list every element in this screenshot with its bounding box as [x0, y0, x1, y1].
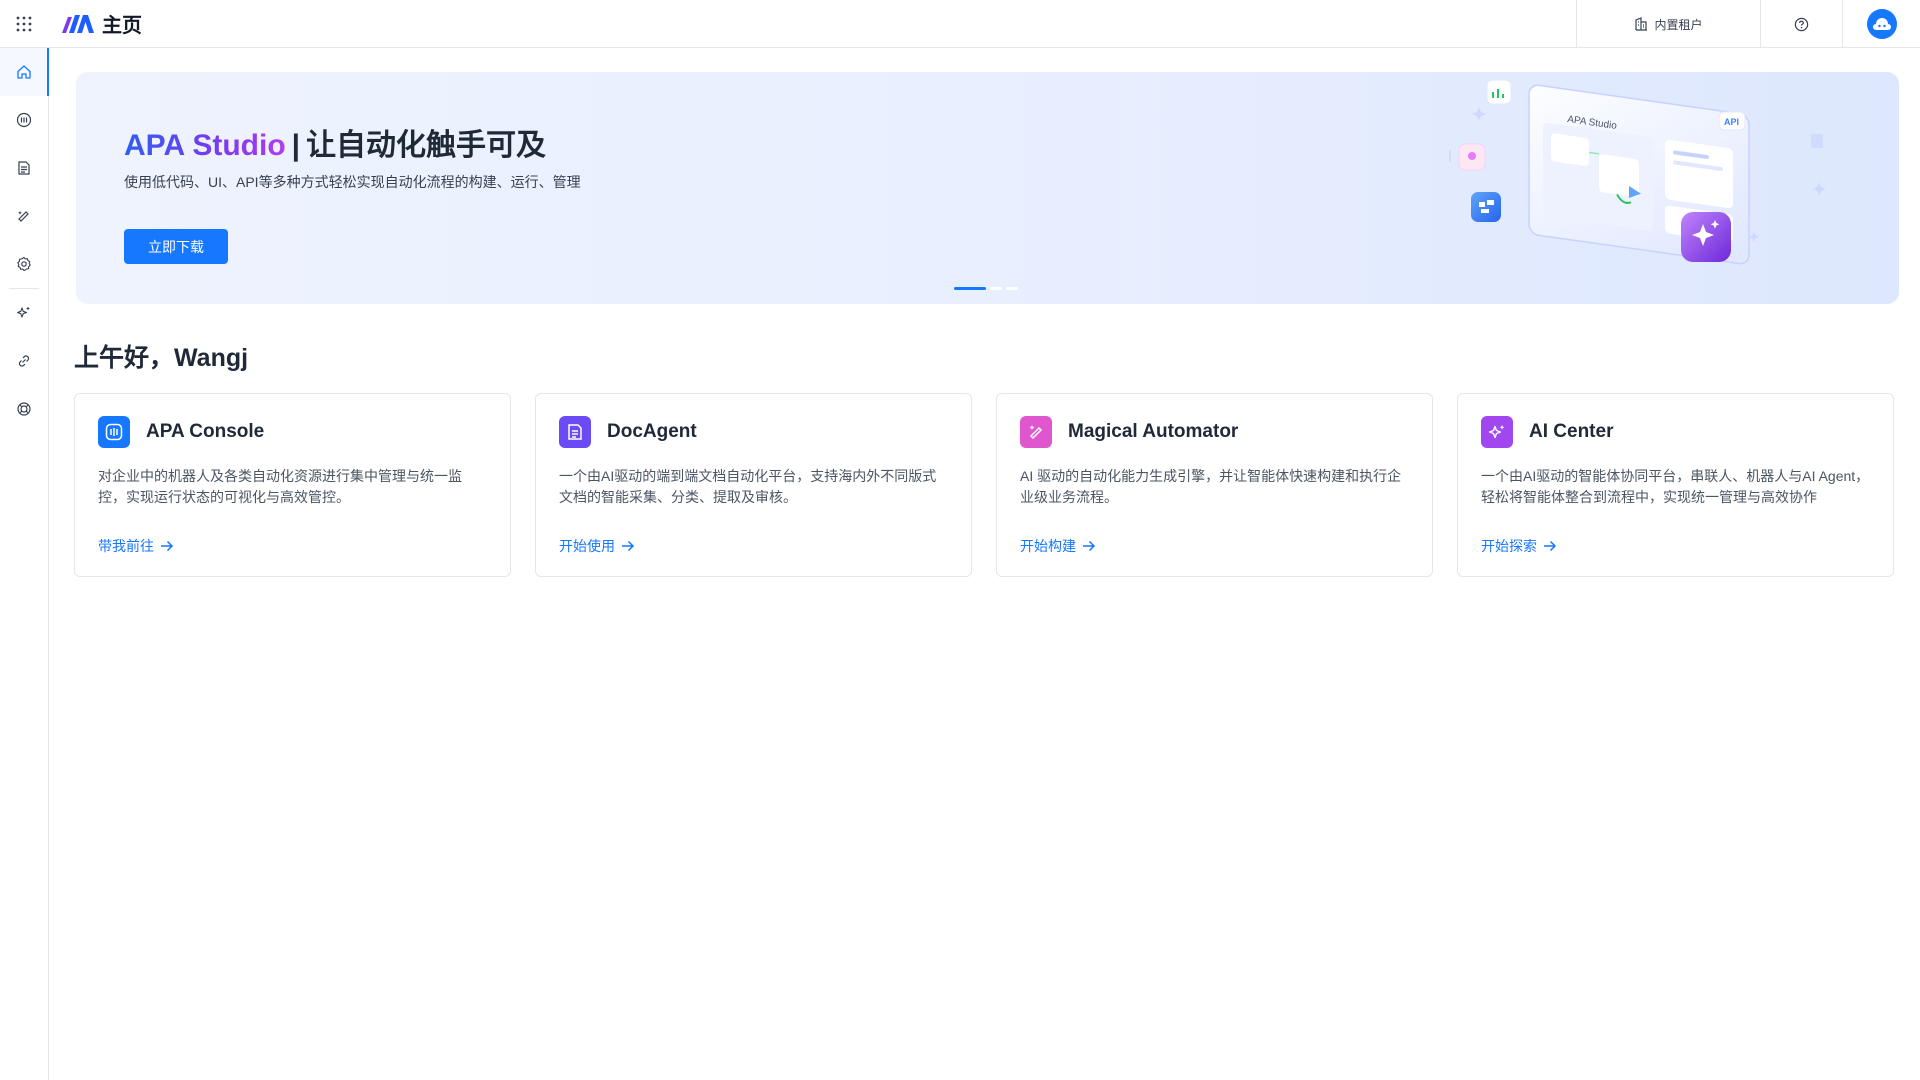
- help-button[interactable]: [1760, 0, 1842, 48]
- card-link[interactable]: 开始构建: [1020, 536, 1096, 556]
- app-logo[interactable]: 主页: [60, 9, 142, 38]
- robot-avatar-icon: [1872, 18, 1891, 30]
- card-link-label: 开始构建: [1020, 538, 1076, 554]
- page-title: 主页: [102, 15, 142, 37]
- arrow-right-icon: [1083, 540, 1096, 552]
- card-ai-center: AI Center 一个由AI驱动的智能体协同平台，串联人、机器人与AI Age…: [1457, 393, 1894, 577]
- download-button[interactable]: 立即下载: [124, 229, 228, 264]
- card-title: AI Center: [1529, 421, 1614, 442]
- card-link-label: 开始探索: [1481, 538, 1537, 554]
- banner-title-tagline: 让自动化触手可及: [306, 129, 547, 162]
- banner-subtitle: 使用低代码、UI、API等多种方式轻松实现自动化流程的构建、运行、管理: [124, 174, 581, 190]
- support-icon: [17, 402, 31, 416]
- card-link[interactable]: 带我前往: [98, 536, 174, 556]
- grid-dots-icon: [16, 16, 32, 31]
- arrow-right-icon: [161, 540, 174, 552]
- sparkle-icon: [1481, 416, 1513, 448]
- card-title: APA Console: [146, 421, 265, 442]
- banner-illustration: APA Studio API: [1449, 79, 1826, 265]
- help-circle-icon: [1794, 17, 1809, 31]
- card-magical-automator: Magical Automator AI 驱动的自动化能力生成引擎，并让智能体快…: [996, 393, 1433, 577]
- banner-title: APA Studio | 让自动化触手可及: [124, 120, 546, 164]
- nav-docagent[interactable]: [0, 144, 48, 192]
- app-launcher-button[interactable]: [0, 0, 48, 48]
- card-apa-console: APA Console 对企业中的机器人及各类自动化资源进行集中管理与统一监控，…: [74, 393, 511, 577]
- home-icon: [17, 65, 31, 79]
- carousel-dot-2[interactable]: [990, 287, 1002, 290]
- tenant-switcher[interactable]: 内置租户: [1576, 0, 1760, 48]
- wand-icon: [1020, 416, 1052, 448]
- nav-integrations[interactable]: [0, 337, 48, 385]
- top-bar: 主页 内置租户: [0, 0, 1920, 48]
- link-icon: [18, 355, 30, 367]
- promo-banner: APA Studio | 让自动化触手可及 使用低代码、UI、API等多种方式轻松实…: [76, 72, 1899, 304]
- nav-automator[interactable]: [0, 192, 48, 240]
- card-description: AI 驱动的自动化能力生成引擎，并让智能体快速构建和执行企业级业务流程。: [1020, 468, 1402, 505]
- brand-logo-icon: [62, 14, 94, 33]
- console-icon: [98, 416, 130, 448]
- document-icon: [18, 161, 30, 175]
- console-icon: [16, 112, 32, 128]
- carousel-dot-3[interactable]: [1006, 287, 1018, 290]
- arrow-right-icon: [1544, 540, 1557, 552]
- card-description: 对企业中的机器人及各类自动化资源进行集中管理与统一监控，实现运行状态的可视化与高…: [98, 468, 462, 505]
- nav-support[interactable]: [0, 385, 48, 433]
- document-icon: [559, 416, 591, 448]
- wand-icon: [18, 211, 29, 222]
- carousel-indicators: [954, 287, 1018, 290]
- sparkle-icon: [16, 306, 30, 318]
- banner-title-separator: |: [291, 129, 301, 162]
- left-nav-rail: [0, 48, 49, 1080]
- avatar[interactable]: [1866, 9, 1897, 39]
- card-description: 一个由AI驱动的端到端文档自动化平台，支持海内外不同版式文档的智能采集、分类、提…: [559, 468, 937, 505]
- card-link[interactable]: 开始探索: [1481, 536, 1557, 556]
- tenant-label: 内置租户: [1654, 17, 1703, 32]
- building-icon: [1635, 17, 1648, 31]
- carousel-dot-1[interactable]: [954, 287, 986, 290]
- illus-api-badge: API: [1724, 117, 1739, 127]
- greeting: 上午好，Wangj: [74, 344, 249, 372]
- nav-home[interactable]: [0, 48, 49, 96]
- card-title: Magical Automator: [1068, 421, 1239, 442]
- card-link-label: 开始使用: [559, 538, 615, 554]
- arrow-right-icon: [622, 540, 635, 552]
- card-description: 一个由AI驱动的智能体协同平台，串联人、机器人与AI Agent，轻松将智能体整…: [1481, 468, 1870, 505]
- card-title: DocAgent: [607, 421, 697, 442]
- card-docagent: DocAgent 一个由AI驱动的端到端文档自动化平台，支持海内外不同版式文档的…: [535, 393, 972, 577]
- nav-console[interactable]: [0, 96, 48, 144]
- settings-icon: [17, 256, 31, 272]
- card-link[interactable]: 开始使用: [559, 536, 635, 556]
- product-cards: APA Console 对企业中的机器人及各类自动化资源进行集中管理与统一监控，…: [74, 393, 1894, 577]
- nav-ai-center[interactable]: [0, 289, 48, 337]
- card-link-label: 带我前往: [98, 538, 154, 554]
- user-menu[interactable]: [1842, 0, 1920, 48]
- banner-title-brand: APA Studio: [124, 129, 286, 162]
- nav-settings[interactable]: [0, 240, 48, 288]
